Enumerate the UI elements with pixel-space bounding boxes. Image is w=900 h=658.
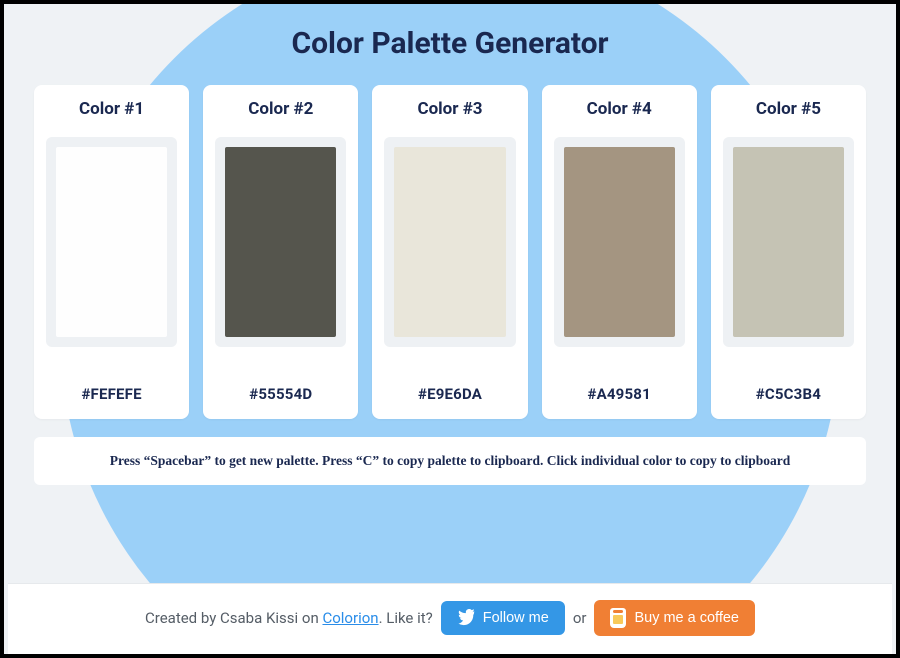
footer-created-text: Created by Csaba Kissi on Colorion. Like… <box>145 609 433 627</box>
follow-button[interactable]: Follow me <box>441 601 565 635</box>
swatch-frame <box>723 137 854 347</box>
color-swatch-2 <box>225 147 336 337</box>
color-label: Color #3 <box>417 99 482 119</box>
footer-or: or <box>573 609 587 627</box>
color-card-1[interactable]: Color #1 #FEFEFE <box>34 85 189 419</box>
color-card-2[interactable]: Color #2 #55554D <box>203 85 358 419</box>
color-swatch-3 <box>394 147 505 337</box>
twitter-icon <box>457 609 475 627</box>
color-hex: #A49581 <box>588 385 651 403</box>
palette-row: Color #1 #FEFEFE Color #2 #55554D Color … <box>34 85 866 419</box>
color-hex: #E9E6DA <box>418 385 482 403</box>
color-card-3[interactable]: Color #3 #E9E6DA <box>372 85 527 419</box>
color-card-5[interactable]: Color #5 #C5C3B4 <box>711 85 866 419</box>
swatch-frame <box>554 137 685 347</box>
color-hex: #55554D <box>249 385 312 403</box>
color-card-4[interactable]: Color #4 #A49581 <box>542 85 697 419</box>
instructions-bar: Press “Spacebar” to get new palette. Pre… <box>34 437 866 485</box>
color-swatch-5 <box>733 147 844 337</box>
color-label: Color #4 <box>587 99 652 119</box>
footer: Created by Csaba Kissi on Colorion. Like… <box>8 583 892 654</box>
color-swatch-4 <box>564 147 675 337</box>
swatch-frame <box>215 137 346 347</box>
swatch-frame <box>46 137 177 347</box>
color-swatch-1 <box>56 147 167 337</box>
color-label: Color #2 <box>248 99 313 119</box>
swatch-frame <box>384 137 515 347</box>
color-hex: #C5C3B4 <box>756 385 821 403</box>
color-label: Color #5 <box>756 99 821 119</box>
coffee-label: Buy me a coffee <box>634 610 739 626</box>
follow-label: Follow me <box>483 610 549 626</box>
color-hex: #FEFEFE <box>81 385 141 403</box>
buy-coffee-button[interactable]: Buy me a coffee <box>594 600 755 636</box>
color-label: Color #1 <box>79 99 144 119</box>
colorion-link[interactable]: Colorion <box>322 609 378 627</box>
page-title: Color Palette Generator <box>34 26 866 61</box>
coffee-icon <box>610 608 626 628</box>
